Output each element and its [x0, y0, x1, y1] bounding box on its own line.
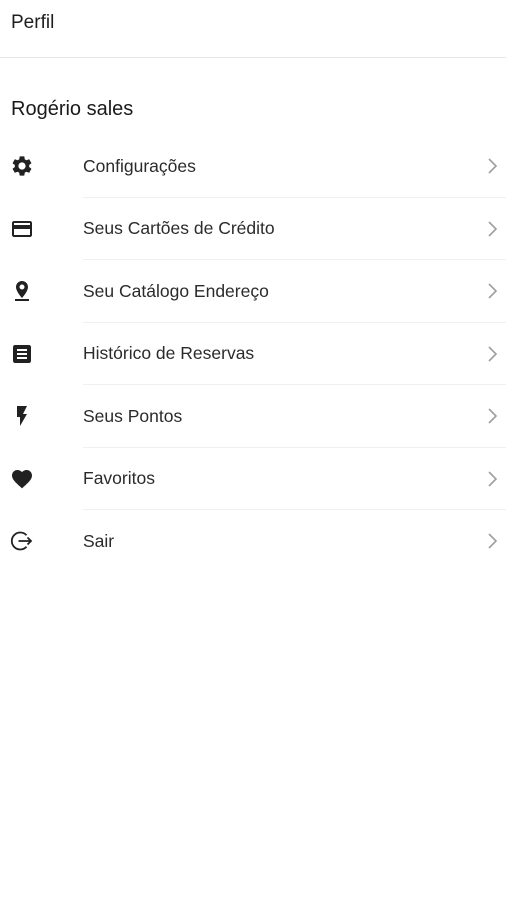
chevron-right-icon	[486, 468, 500, 490]
menu-item-label: Histórico de Reservas	[83, 343, 255, 364]
menu-item-label: Configurações	[83, 155, 196, 176]
chevron-right-icon	[486, 280, 500, 302]
chevron-right-icon	[486, 155, 500, 177]
chevron-right-icon	[486, 405, 500, 427]
heart-icon	[10, 467, 34, 491]
menu-item-favoritos[interactable]: Favoritos	[0, 448, 506, 510]
menu-item-label: Seus Cartões de Crédito	[83, 218, 275, 239]
menu-item-label: Seu Catálogo Endereço	[83, 280, 269, 301]
app-header: Perfil	[0, 0, 506, 58]
location-pin-icon	[10, 279, 34, 303]
list-document-icon	[10, 342, 34, 366]
menu-item-label: Seus Pontos	[83, 405, 183, 426]
menu-item-catalogo-endereco[interactable]: Seu Catálogo Endereço	[0, 260, 506, 323]
gear-icon	[10, 154, 34, 178]
menu-item-label: Favoritos	[83, 468, 155, 489]
lightning-bolt-icon	[10, 404, 34, 428]
menu-item-configuracoes[interactable]: Configurações	[0, 135, 506, 198]
menu-item-cartoes-credito[interactable]: Seus Cartões de Crédito	[0, 198, 506, 260]
page-title: Perfil	[11, 12, 55, 33]
chevron-right-icon	[486, 343, 500, 365]
user-name: Rogério sales	[11, 98, 134, 120]
menu-item-label: Sair	[83, 530, 115, 551]
chevron-right-icon	[486, 530, 500, 552]
chevron-right-icon	[486, 218, 500, 240]
profile-menu: Configurações Seus Cartões de Crédito Se…	[0, 135, 506, 573]
logout-icon	[10, 529, 34, 553]
menu-item-seus-pontos[interactable]: Seus Pontos	[0, 385, 506, 448]
credit-card-icon	[10, 217, 34, 241]
menu-item-historico-reservas[interactable]: Histórico de Reservas	[0, 323, 506, 385]
menu-item-sair[interactable]: Sair	[0, 510, 506, 573]
